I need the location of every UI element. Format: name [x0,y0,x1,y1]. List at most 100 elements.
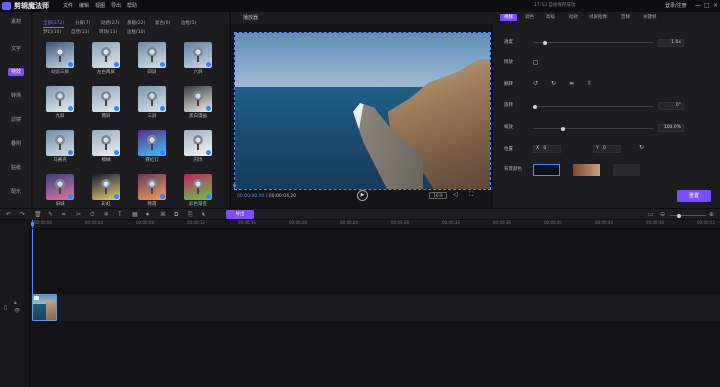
effect-item[interactable]: 三屏 [135,86,169,126]
flip-horizontal-icon[interactable]: ⇹ [569,80,574,88]
effect-item[interactable]: 九屏 [43,86,77,126]
speed-icon[interactable]: ⏱ [90,210,95,219]
zoom-knob[interactable] [677,213,681,218]
menu-edit[interactable]: 编辑 [79,2,89,10]
zoom-out-timeline-icon[interactable]: ⊖ [660,210,665,219]
mosaic-icon[interactable]: ▦ [132,210,138,219]
rotate-value[interactable]: 0° [658,102,684,110]
position-reset-icon[interactable]: ↻ [639,144,644,152]
aspect-ratio-select[interactable]: 16:9 [429,192,447,199]
video-track[interactable] [30,294,720,321]
position-x-field[interactable]: X 0 [533,145,561,153]
tab-basic[interactable]: 基础(22) [127,20,145,27]
effect-item[interactable]: 两屏 [89,86,123,126]
menu-file[interactable]: 文件 [63,2,73,10]
download-badge-icon[interactable] [160,106,165,111]
edit-icon[interactable]: ✎ [48,210,53,219]
download-badge-icon[interactable] [160,62,165,67]
tab-transition[interactable]: 转场(13) [99,29,117,36]
download-badge-icon[interactable] [206,106,211,111]
tab-retro[interactable]: 复古(6) [155,20,170,27]
tab-motion[interactable]: 动效 [569,14,578,21]
maximize-button[interactable]: □ [704,1,710,10]
scale-value[interactable]: 100.0% [658,124,684,132]
nav-effects[interactable]: 特效 [0,68,32,76]
rotate-slider[interactable] [533,104,653,109]
tab-border[interactable]: 边框(5) [181,20,196,27]
playhead[interactable] [32,220,33,294]
rotate-left-icon[interactable]: ↺ [533,80,538,88]
download-badge-icon[interactable] [68,194,73,199]
progress-handle[interactable] [233,184,236,187]
rotate-knob[interactable] [533,104,537,109]
opacity-knob[interactable] [543,40,547,45]
rotate-right-icon[interactable]: ↻ [551,80,556,88]
nav-filter[interactable]: 滤镜 [0,116,32,124]
eye-icon[interactable]: 👁︎ [14,308,20,314]
nav-sticker[interactable]: 贴纸 [0,164,32,172]
copy-icon[interactable]: ⧉ [174,210,178,219]
play-button[interactable]: ▶ [357,190,368,201]
timeline-ruler[interactable]: 00:00:00 00:00:04 00:00:08 00:00:12 00:00:16… [32,220,720,228]
download-badge-icon[interactable] [68,62,73,67]
bg-swatch-blur[interactable] [573,164,600,176]
scale-knob[interactable] [561,126,565,131]
redo-icon[interactable]: ↷ [20,210,25,219]
fit-icon[interactable]: ▭ [648,210,654,219]
screenshot-icon[interactable]: ⌘ [160,210,166,219]
tab-nature[interactable]: 自然(13) [71,29,89,36]
nav-text[interactable]: 文字 [0,45,32,53]
crop-icon[interactable]: ⌗ [62,210,65,219]
scale-slider[interactable] [533,126,653,131]
tab-border2[interactable]: 边框(10) [127,29,145,36]
bg-swatch-custom[interactable] [613,164,640,176]
effect-item[interactable]: 黑白漫画 [181,86,215,126]
close-button[interactable]: × [713,1,718,10]
reverse-checkbox[interactable] [533,60,538,65]
effect-item[interactable]: 马赛克 [43,130,77,170]
flip-vertical-icon[interactable]: ⇳ [587,80,592,88]
download-badge-icon[interactable] [160,150,165,155]
tab-split[interactable]: 分屏(7) [75,20,90,27]
effect-item[interactable]: 霓虹灯 [135,130,169,170]
tab-advanced[interactable]: 高级 [546,14,555,21]
menu-view[interactable]: 视图 [95,2,105,10]
tab-chromakey[interactable]: 绿屏抠像 [589,14,607,21]
nav-material[interactable]: 素材 [0,18,32,26]
tab-dream[interactable]: 梦幻(10) [43,29,61,36]
opacity-slider[interactable] [533,40,653,45]
position-y-field[interactable]: Y 0 [593,145,621,153]
bg-swatch-black[interactable] [533,164,560,176]
download-badge-icon[interactable] [206,150,211,155]
lock-icon[interactable]: 🔒︎ [14,300,17,306]
tab-keyframe[interactable]: 关键帧 [643,14,657,21]
video-track-icon[interactable]: ▯ [4,304,7,311]
download-badge-icon[interactable] [114,62,119,67]
nav-music[interactable]: 配乐 [0,188,32,196]
zoom-in-timeline-icon[interactable]: ⊕ [709,210,714,219]
tab-video[interactable]: 视频 [500,14,517,21]
download-badge-icon[interactable] [206,194,211,199]
volume-icon[interactable]: ◁ [453,191,458,199]
download-badge-icon[interactable] [114,106,119,111]
menu-help[interactable]: 帮助 [127,2,137,10]
download-badge-icon[interactable] [68,106,73,111]
effect-item[interactable]: 动态三屏 [43,42,77,82]
minimize-button[interactable]: — [695,1,701,10]
tab-all[interactable]: 全部(372) [43,20,65,28]
tab-audio[interactable]: 音频 [621,14,630,21]
nav-transition[interactable]: 转场 [0,92,32,100]
tab-dynamic[interactable]: 动感(27) [101,20,119,27]
delete-icon[interactable]: 🗑︎ [34,210,42,219]
nav-overlay[interactable]: 叠附 [0,140,32,148]
download-badge-icon[interactable] [114,194,119,199]
download-badge-icon[interactable] [68,150,73,155]
video-clip[interactable] [32,294,57,321]
fullscreen-icon[interactable]: ⛶ [469,191,473,199]
effect-item[interactable]: 左右两屏 [89,42,123,82]
download-badge-icon[interactable] [114,150,119,155]
effect-item[interactable]: 闪烁 [181,130,215,170]
opacity-value[interactable]: 1.0x [658,39,684,47]
tab-color[interactable]: 调色 [525,14,534,21]
paste-icon[interactable]: ⎘ [188,210,193,219]
